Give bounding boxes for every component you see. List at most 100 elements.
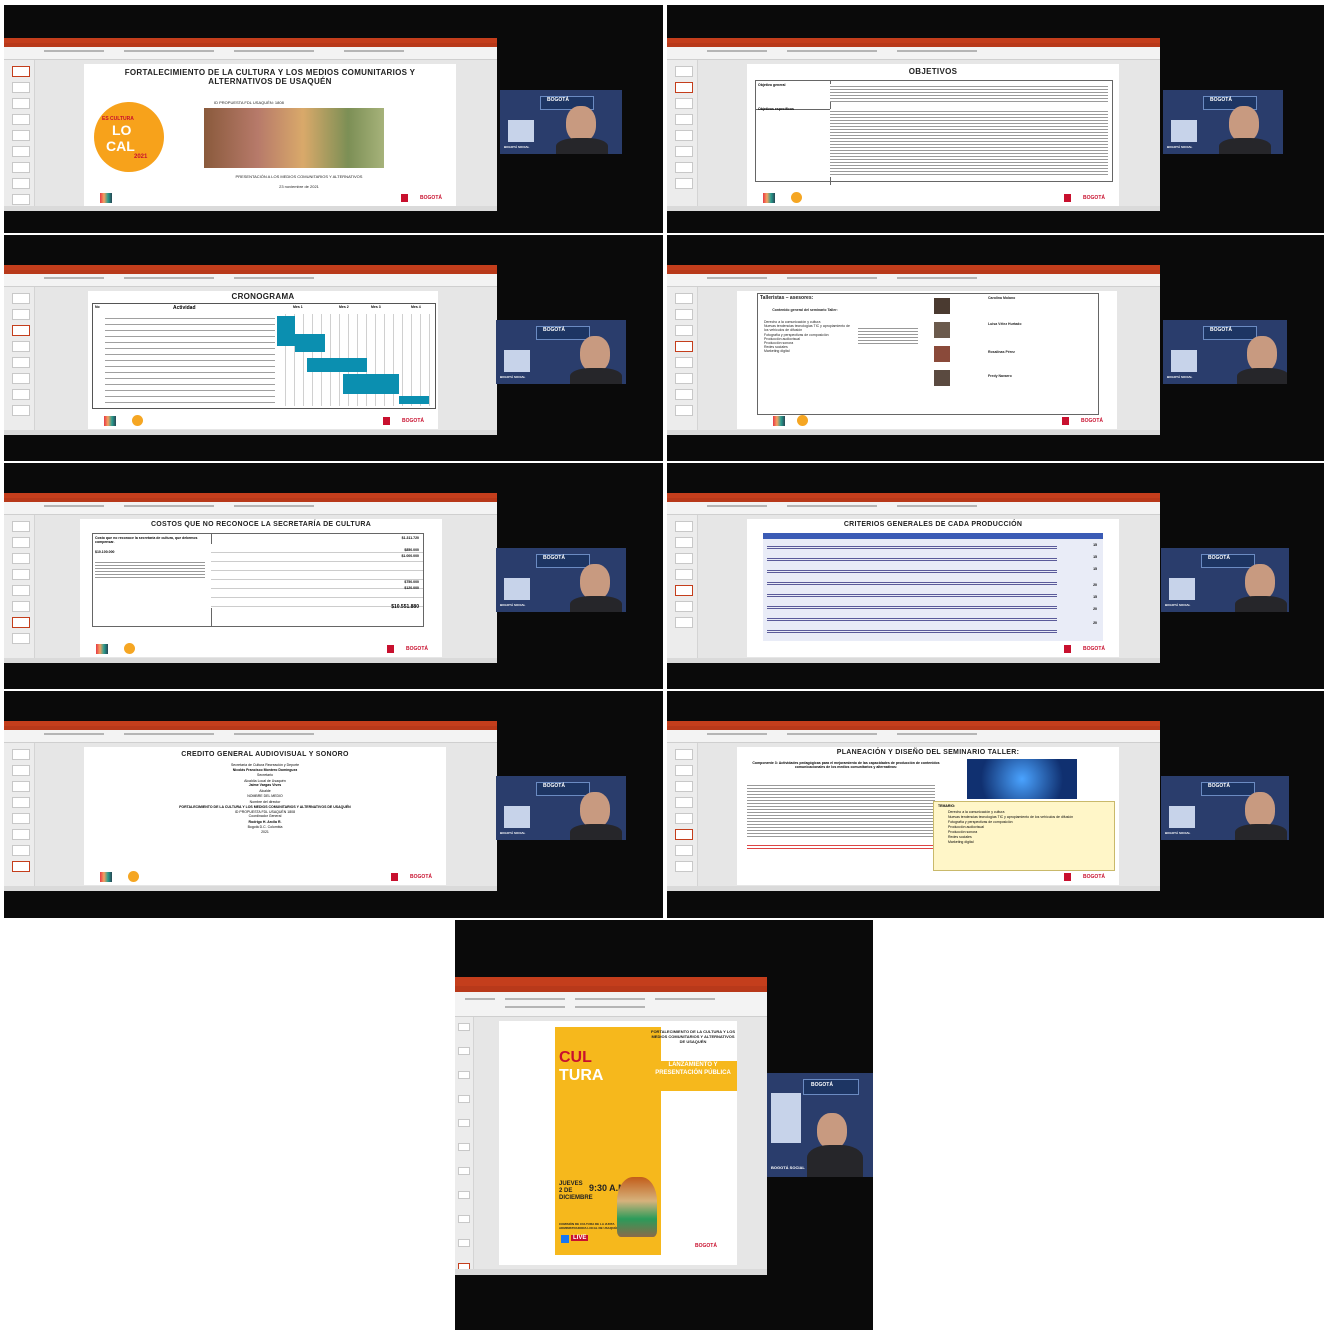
slide-thumbnail[interactable] xyxy=(12,194,30,205)
ribbon-toolbar[interactable] xyxy=(667,502,1160,515)
slide-title: CRONOGRAMA xyxy=(231,292,295,301)
screenshot-tile-9: CUL TURA JUEVES 2 DE DICIEMBRE 9:30 A.M.… xyxy=(455,920,873,1330)
slide-thumbnails[interactable] xyxy=(667,287,698,430)
presentation-date: 23 noviembre de 2021 xyxy=(279,184,319,189)
screenshot-tile-2: OBJETIVOS Objetivo general Objetivos esp… xyxy=(667,5,1324,233)
dancers-photo xyxy=(204,108,384,168)
powerpoint-window: CREDITO GENERAL AUDIOVISUAL Y SONORO Sec… xyxy=(4,721,497,891)
video-feed: BOGOTÁ BOGOTÁ SOCIAL xyxy=(1163,90,1283,154)
screenshot-tile-3: CRONOGRAMA No Actividad Mes 1 Mes 2 Mes … xyxy=(4,235,663,461)
video-feed: BOGOTÁ BOGOTÁ SOCIAL xyxy=(500,90,622,154)
lo-cal-logo: ES CULTURA LO CAL 2021 xyxy=(94,102,164,172)
screenshot-tile-1: FORTALECIMIENTO DE LA CULTURA Y LOS MEDI… xyxy=(4,5,663,233)
ribbon-toolbar[interactable] xyxy=(667,274,1160,287)
slide-thumbnail[interactable] xyxy=(12,114,30,125)
general-objective-text xyxy=(830,84,1108,102)
bogota-logo: BOGOTÁ xyxy=(420,195,442,201)
video-feed: BOGOTÁ BOGOTÁ SOCIAL xyxy=(1163,320,1287,384)
speaker-head xyxy=(566,106,596,142)
powerpoint-window: CRITERIOS GENERALES DE CADA PRODUCCIÓN 1… xyxy=(667,493,1160,663)
video-feed: BOGOTÁ BOGOTÁ SOCIAL xyxy=(767,1073,873,1177)
gantt-bar xyxy=(277,316,295,346)
video-feed: BOGOTÁ BOGOTÁ SOCIAL xyxy=(496,320,626,384)
component-text xyxy=(747,783,935,839)
slide-thumbnail[interactable] xyxy=(12,66,30,77)
avatar xyxy=(934,298,950,314)
slide-thumbnails[interactable] xyxy=(4,515,35,658)
slide-thumbnails[interactable] xyxy=(455,1017,474,1271)
talleristas-heading: Talleristas – asesores: xyxy=(760,295,814,301)
slide-footer: BOGOTÁ xyxy=(84,192,456,204)
slide-thumbnails[interactable] xyxy=(667,515,698,658)
slide-thumbnail[interactable] xyxy=(12,178,30,189)
powerpoint-window: OBJETIVOS Objetivo general Objetivos esp… xyxy=(667,38,1160,211)
slide-thumbnail[interactable] xyxy=(12,162,30,173)
video-feed: BOGOTÁ BOGOTÁ SOCIAL xyxy=(496,548,626,612)
total-amount: $10.551.880 xyxy=(391,604,419,610)
schedule-table: No Actividad Mes 1 Mes 2 Mes 3 Mes 4 xyxy=(92,303,436,409)
ribbon-toolbar[interactable] xyxy=(667,730,1160,743)
slide-thumbnails[interactable] xyxy=(4,287,35,430)
screenshot-tile-5: COSTOS QUE NO RECONOCE LA SECRETARÍA DE … xyxy=(4,463,663,689)
ribbon-toolbar[interactable] xyxy=(667,47,1160,60)
powerpoint-window: COSTOS QUE NO RECONOCE LA SECRETARÍA DE … xyxy=(4,493,497,663)
video-feed: BOGOTÁ BOGOTÁ SOCIAL xyxy=(1161,548,1289,612)
tech-image xyxy=(967,759,1077,799)
description-text xyxy=(858,326,918,344)
facebook-icon xyxy=(561,1235,569,1243)
screenshot-tile-8: PLANEACIÓN Y DISEÑO DEL SEMINARIO TALLER… xyxy=(667,691,1324,918)
slide-title: COSTOS QUE NO RECONOCE LA SECRETARÍA DE … xyxy=(150,521,372,528)
powerpoint-window: Talleristas – asesores: Contenido genera… xyxy=(667,265,1160,435)
avatar xyxy=(934,346,950,362)
powerpoint-window: CRONOGRAMA No Actividad Mes 1 Mes 2 Mes … xyxy=(4,265,497,435)
slide-title: FORTALECIMIENTO DE LA CULTURA Y LOS MEDI… xyxy=(124,68,416,86)
credits-list: Secretaría de Cultura Recreación y Depor… xyxy=(179,763,351,834)
slide-title: PLANEACIÓN Y DISEÑO DEL SEMINARIO TALLER… xyxy=(836,749,1020,756)
bogota-flower-logo xyxy=(100,193,112,203)
powerpoint-window: FORTALECIMIENTO DE LA CULTURA Y LOS MEDI… xyxy=(4,38,497,211)
ribbon-toolbar[interactable] xyxy=(4,502,497,515)
slide-canvas: FORTALECIMIENTO DE LA CULTURA Y LOS MEDI… xyxy=(84,64,456,206)
slide-canvas: CRITERIOS GENERALES DE CADA PRODUCCIÓN 1… xyxy=(747,519,1119,657)
ribbon-toolbar[interactable] xyxy=(4,47,497,60)
ribbon-toolbar[interactable] xyxy=(4,274,497,287)
slide-thumbnails[interactable] xyxy=(667,60,698,206)
slide-thumbnail[interactable] xyxy=(12,130,30,141)
avatar xyxy=(934,370,950,386)
slide-thumbnail[interactable] xyxy=(12,146,30,157)
presentation-subtitle: PRESENTACIÓN A LOS MEDIOS COMUNITARIOS Y… xyxy=(235,174,363,179)
slide-canvas: OBJETIVOS Objetivo general Objetivos esp… xyxy=(747,64,1119,206)
component-heading: Componente 3: Actividades pedagógicas pa… xyxy=(752,761,940,770)
slide-thumbnails[interactable] xyxy=(4,743,35,886)
ribbon-toolbar[interactable] xyxy=(455,992,767,1017)
screenshot-tile-4: Talleristas – asesores: Contenido genera… xyxy=(667,235,1324,461)
content-box: Talleristas – asesores: Contenido genera… xyxy=(757,293,1099,415)
screenshot-tile-6: CRITERIOS GENERALES DE CADA PRODUCCIÓN 1… xyxy=(667,463,1324,689)
banner xyxy=(771,1093,801,1143)
slide-canvas: Talleristas – asesores: Contenido genera… xyxy=(737,291,1117,429)
slide-canvas: CREDITO GENERAL AUDIOVISUAL Y SONORO Sec… xyxy=(84,747,446,885)
gantt-bar xyxy=(343,374,399,394)
clown-illustration xyxy=(617,1177,657,1237)
poster-title: FORTALECIMIENTO DE LA CULTURA Y LOS MEDI… xyxy=(651,1029,735,1044)
gantt-bar xyxy=(307,358,367,372)
ribbon-toolbar[interactable] xyxy=(4,730,497,743)
slide-thumbnail[interactable] xyxy=(12,82,30,93)
project-id: ID PROPUESTA FDL USAQUÉN: 1808 xyxy=(214,100,284,105)
slide-title: CRITERIOS GENERALES DE CADA PRODUCCIÓN xyxy=(843,521,1023,528)
status-bar xyxy=(4,206,497,211)
avatar xyxy=(934,322,950,338)
gantt-bar xyxy=(399,396,429,404)
slide-canvas: COSTOS QUE NO RECONOCE LA SECRETARÍA DE … xyxy=(80,519,442,657)
activity-rows xyxy=(105,314,275,406)
slide-thumbnail[interactable] xyxy=(12,98,30,109)
slide-thumbnails[interactable] xyxy=(667,743,698,886)
slide-thumbnails[interactable] xyxy=(4,60,35,206)
topic-list: Derecho a la comunicación y cultura Nuev… xyxy=(764,320,850,354)
video-feed: BOGOTÁ BOGOTÁ SOCIAL xyxy=(496,776,626,840)
specific-objectives-text xyxy=(830,109,1108,177)
slide-canvas: CRONOGRAMA No Actividad Mes 1 Mes 2 Mes … xyxy=(88,291,438,429)
slide-title: CREDITO GENERAL AUDIOVISUAL Y SONORO xyxy=(181,751,349,758)
objectives-table: Objetivo general Objetivos específicos xyxy=(755,80,1113,185)
slide-canvas: CUL TURA JUEVES 2 DE DICIEMBRE 9:30 A.M.… xyxy=(499,1021,737,1265)
